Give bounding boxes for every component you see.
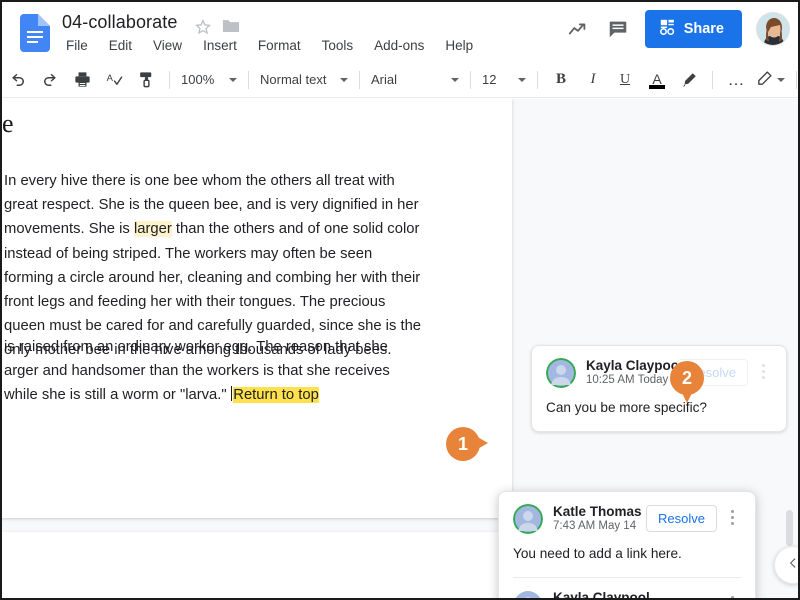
chevron-down-icon bbox=[777, 77, 785, 82]
star-outline-icon[interactable] bbox=[194, 18, 212, 36]
vertical-scrollbar-thumb[interactable] bbox=[786, 510, 793, 546]
comment-header: Kayla Claypool 10:25 AM Today Resolve bbox=[546, 358, 772, 388]
zoom-value: 100% bbox=[181, 72, 215, 87]
undo-icon[interactable] bbox=[5, 67, 31, 93]
document-paragraph-2[interactable]: is raised from an ordinary worker egg. T… bbox=[4, 335, 424, 408]
menu-bar: File Edit View Insert Format Tools Add-o… bbox=[64, 37, 475, 54]
share-label: Share bbox=[683, 21, 724, 37]
document-page-1[interactable]: e In every hive there is one bee whom th… bbox=[2, 99, 512, 518]
comment-timestamp: 7:43 AM May 14 bbox=[553, 520, 637, 532]
app-header: 04-collaborate File Edit View Insert For… bbox=[2, 2, 798, 62]
menu-addons[interactable]: Add-ons bbox=[372, 37, 426, 54]
paragraph-2-text-a: is raised from an ordinary worker egg. T… bbox=[4, 339, 390, 404]
italic-button[interactable]: I bbox=[580, 67, 606, 93]
menu-file[interactable]: File bbox=[64, 37, 90, 54]
chevron-down-icon bbox=[340, 77, 348, 82]
user-avatar-photo[interactable] bbox=[756, 12, 790, 46]
comment-reply-item: Kayla Claypool 10:25 AM Today I will add… bbox=[499, 578, 755, 598]
comment-card-resolved[interactable]: Kayla Claypool 10:25 AM Today Resolve Ca… bbox=[531, 345, 787, 432]
chevron-down-icon bbox=[518, 77, 526, 82]
menu-view[interactable]: View bbox=[151, 37, 184, 54]
activity-trend-icon[interactable] bbox=[565, 16, 591, 42]
share-lock-icon bbox=[659, 18, 677, 40]
highlight-pen-icon[interactable] bbox=[676, 67, 702, 93]
redo-icon[interactable] bbox=[37, 67, 63, 93]
paint-format-icon[interactable] bbox=[133, 67, 159, 93]
person-avatar-icon bbox=[513, 504, 543, 534]
comment-card-active[interactable]: Katle Thomas 7:43 AM May 14 Resolve You … bbox=[498, 491, 756, 598]
formatting-toolbar: A 100% Normal text Arial 12 B I U A … bbox=[2, 62, 798, 98]
callout-badge-2: 2 bbox=[670, 361, 704, 403]
person-avatar-icon bbox=[513, 590, 543, 598]
comment-header: Katle Thomas 7:43 AM May 14 Resolve bbox=[513, 504, 741, 534]
highlighted-word-larger: larger bbox=[133, 221, 172, 238]
comment-author: Katle Thomas bbox=[553, 504, 642, 519]
folder-icon[interactable] bbox=[222, 18, 240, 36]
spellcheck-icon[interactable]: A bbox=[101, 67, 127, 93]
font-family-select[interactable]: Arial bbox=[367, 69, 463, 90]
expand-panel-button[interactable] bbox=[774, 546, 798, 584]
underline-label: U bbox=[619, 71, 631, 87]
menu-help[interactable]: Help bbox=[443, 37, 475, 54]
document-title[interactable]: 04-collaborate bbox=[62, 12, 177, 33]
comment-body: Can you be more specific? bbox=[546, 400, 707, 415]
more-options-button[interactable]: … bbox=[723, 67, 749, 93]
document-page-2[interactable] bbox=[2, 532, 512, 598]
document-heading: e bbox=[2, 109, 14, 138]
text-color-label: A bbox=[652, 71, 662, 87]
chevron-down-icon bbox=[451, 77, 459, 82]
text-color-swatch bbox=[649, 84, 665, 89]
google-docs-icon[interactable] bbox=[20, 14, 50, 52]
resolve-button[interactable]: Resolve bbox=[646, 505, 717, 532]
edit-mode-select[interactable] bbox=[752, 67, 789, 93]
svg-text:A: A bbox=[106, 73, 113, 84]
document-canvas[interactable]: e In every hive there is one bee whom th… bbox=[2, 99, 798, 598]
comment-timestamp: 10:25 AM Today bbox=[586, 374, 669, 386]
more-options-icon[interactable] bbox=[754, 360, 772, 382]
more-label: … bbox=[727, 69, 745, 89]
text-color-button[interactable]: A bbox=[644, 67, 670, 93]
more-options-icon[interactable] bbox=[723, 506, 741, 528]
more-options-icon[interactable] bbox=[723, 592, 741, 598]
menu-tools[interactable]: Tools bbox=[320, 37, 356, 54]
comment-body: You need to add a link here. bbox=[513, 546, 682, 561]
menu-format[interactable]: Format bbox=[256, 37, 303, 54]
bold-label: B bbox=[555, 71, 566, 87]
highlighted-link-return-to-top[interactable]: Return to top bbox=[233, 387, 319, 404]
person-avatar-icon bbox=[546, 358, 576, 388]
menu-edit[interactable]: Edit bbox=[107, 37, 134, 54]
font-size-value: 12 bbox=[482, 72, 497, 87]
paragraph-style-value: Normal text bbox=[260, 72, 327, 87]
reply-meta: Kayla Claypool 10:25 AM Today bbox=[553, 590, 717, 598]
reply-author: Kayla Claypool bbox=[553, 590, 650, 598]
comment-meta: Katle Thomas 7:43 AM May 14 bbox=[553, 504, 646, 532]
header-actions: Share bbox=[565, 10, 790, 48]
paragraph-style-select[interactable]: Normal text bbox=[256, 69, 352, 90]
menu-insert[interactable]: Insert bbox=[201, 37, 239, 54]
underline-button[interactable]: U bbox=[612, 67, 638, 93]
comment-icon[interactable] bbox=[605, 16, 631, 42]
bold-button[interactable]: B bbox=[548, 67, 574, 93]
font-size-select[interactable]: 12 bbox=[478, 69, 530, 90]
document-paragraph-1[interactable]: In every hive there is one bee whom the … bbox=[4, 169, 424, 363]
chevron-left-icon bbox=[786, 556, 798, 575]
print-icon[interactable] bbox=[69, 67, 95, 93]
comment-thread-root: Katle Thomas 7:43 AM May 14 Resolve You … bbox=[499, 492, 755, 577]
chevron-down-icon bbox=[229, 77, 237, 82]
comment-author: Kayla Claypool bbox=[586, 358, 678, 373]
callout-badge-1: 1 bbox=[446, 427, 488, 461]
comment-meta: Kayla Claypool 10:25 AM Today bbox=[586, 358, 677, 386]
italic-label: I bbox=[590, 71, 596, 87]
google-docs-window: 04-collaborate File Edit View Insert For… bbox=[0, 0, 800, 600]
font-family-value: Arial bbox=[371, 72, 398, 87]
zoom-select[interactable]: 100% bbox=[177, 69, 241, 90]
reply-header: Kayla Claypool 10:25 AM Today bbox=[513, 590, 741, 598]
pencil-icon bbox=[756, 70, 773, 90]
share-button[interactable]: Share bbox=[644, 10, 742, 48]
